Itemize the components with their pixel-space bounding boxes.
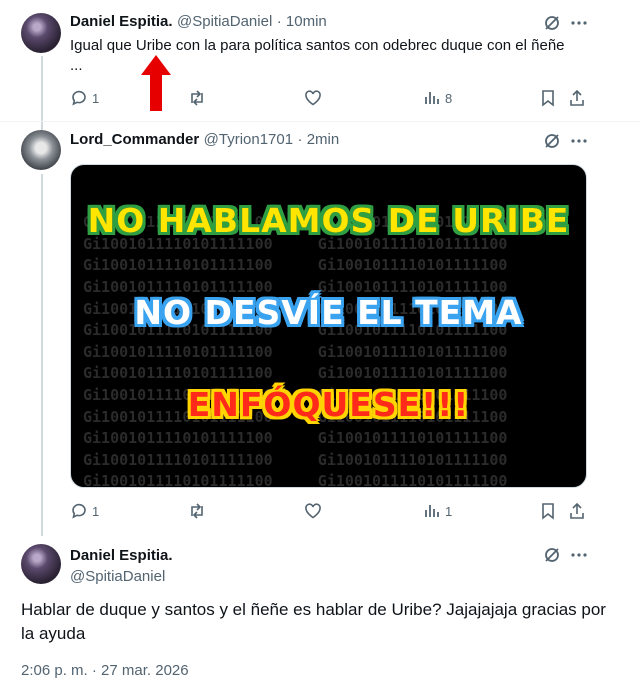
- reply-count: 1: [92, 503, 100, 519]
- grok-icon[interactable]: [543, 132, 561, 155]
- tweet-text-body: Igual que Uribe con la para política san…: [70, 37, 565, 54]
- user-handle[interactable]: @SpitiaDaniel: [177, 13, 272, 30]
- more-icon[interactable]: [570, 132, 588, 155]
- like-button[interactable]: [304, 501, 322, 521]
- like-button[interactable]: [304, 88, 322, 108]
- share-icon: [570, 89, 584, 106]
- views-count: 8: [445, 90, 453, 106]
- display-name[interactable]: Lord_Commander: [70, 131, 199, 148]
- reply-count: 1: [92, 90, 100, 106]
- views-count: 1: [445, 503, 453, 519]
- heart-icon: [305, 90, 321, 106]
- share-button[interactable]: [568, 501, 586, 521]
- views-icon: [425, 505, 439, 517]
- more-icon[interactable]: [570, 14, 588, 37]
- reply-button[interactable]: 1: [70, 501, 99, 521]
- tweet-time[interactable]: · 10min: [277, 13, 327, 30]
- user-handle[interactable]: @SpitiaDaniel: [70, 566, 173, 587]
- share-button[interactable]: [568, 88, 586, 108]
- reply-button[interactable]: 1: [70, 88, 99, 108]
- tweet-header: Daniel Espitia. @SpitiaDaniel: [70, 545, 173, 587]
- tweet-header: Daniel Espitia. @SpitiaDaniel · 10min: [70, 13, 327, 31]
- tweet-actions: 1 8: [70, 88, 600, 108]
- bookmark-button[interactable]: [539, 501, 557, 521]
- thread-line: [41, 174, 43, 536]
- reply-icon: [72, 90, 86, 106]
- retweet-icon: [191, 90, 203, 106]
- main-tweet-text: Hablar de duque y santos y el ñeñe es ha…: [21, 600, 606, 643]
- tweet-image[interactable]: Gi1001011110101111100 Gi1001011110101111…: [70, 164, 587, 488]
- share-icon: [570, 502, 584, 519]
- retweet-icon: [191, 503, 203, 519]
- avatar[interactable]: [21, 544, 61, 584]
- reply-icon: [72, 503, 86, 519]
- heart-icon: [305, 503, 321, 519]
- views-icon: [425, 92, 439, 104]
- tweet-timestamp[interactable]: 2:06 p. m. · 27 mar. 2026: [21, 662, 189, 679]
- display-name[interactable]: Daniel Espitia.: [70, 545, 173, 566]
- avatar[interactable]: [21, 13, 61, 53]
- image-text-line3: ENFÓQUESE!!!: [187, 385, 470, 424]
- display-name[interactable]: Daniel Espitia.: [70, 13, 173, 30]
- grok-icon[interactable]: [543, 14, 561, 37]
- views-button[interactable]: 8: [423, 88, 452, 108]
- avatar[interactable]: [21, 130, 61, 170]
- tweet-header: Lord_Commander @Tyrion1701 · 2min: [70, 131, 339, 149]
- bookmark-icon: [542, 90, 554, 107]
- views-button[interactable]: 1: [423, 501, 452, 521]
- divider: [0, 121, 640, 122]
- image-text-line2: NO DESVÍE EL TEMA: [134, 293, 523, 332]
- tweet-actions: 1 1: [70, 501, 600, 521]
- grok-icon[interactable]: [543, 546, 561, 569]
- more-icon[interactable]: [570, 546, 588, 569]
- user-handle[interactable]: @Tyrion1701: [204, 131, 293, 148]
- image-text-line1: NO HABLAMOS DE URIBE: [87, 201, 570, 240]
- bookmark-icon: [542, 503, 554, 520]
- tweet-time[interactable]: · 2min: [298, 131, 340, 148]
- retweet-button[interactable]: [188, 88, 206, 108]
- retweet-button[interactable]: [188, 501, 206, 521]
- bookmark-button[interactable]: [539, 88, 557, 108]
- thread-line: [41, 56, 43, 130]
- tweet-text-more[interactable]: ...: [70, 57, 83, 74]
